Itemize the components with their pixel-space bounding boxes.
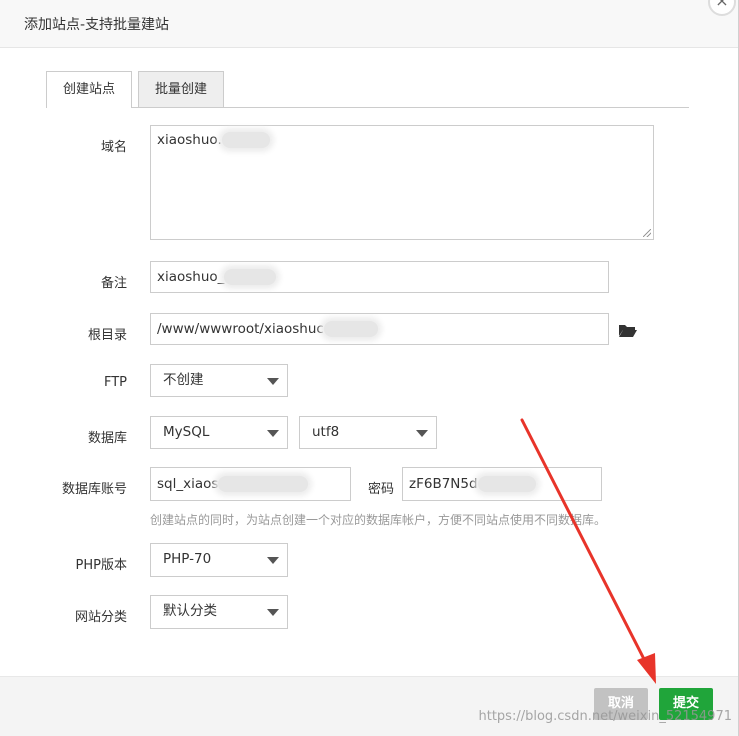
annotation-arrow [520,418,656,684]
add-site-dialog: 添加站点-支持批量建站 × 创建站点 批量创建 域名 xiaoshuo. 备注 … [0,0,739,736]
